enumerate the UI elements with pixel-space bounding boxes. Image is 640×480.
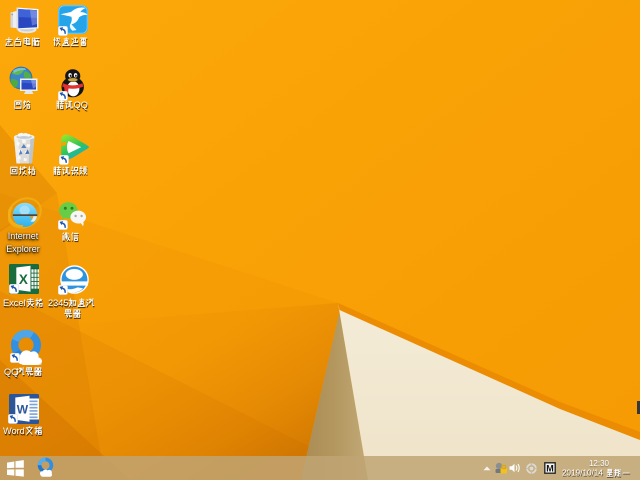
svg-text:X: X	[19, 272, 28, 287]
svg-text:QQ: QQ	[4, 367, 18, 377]
svg-text:Word: Word	[3, 426, 25, 436]
svg-text:2345: 2345	[48, 298, 68, 308]
svg-text:W: W	[17, 403, 29, 417]
svg-text:2019/10/14: 2019/10/14	[562, 469, 603, 478]
svg-text:M: M	[546, 464, 554, 474]
svg-text:Excel: Excel	[3, 298, 25, 308]
svg-text:QQ: QQ	[74, 100, 88, 110]
